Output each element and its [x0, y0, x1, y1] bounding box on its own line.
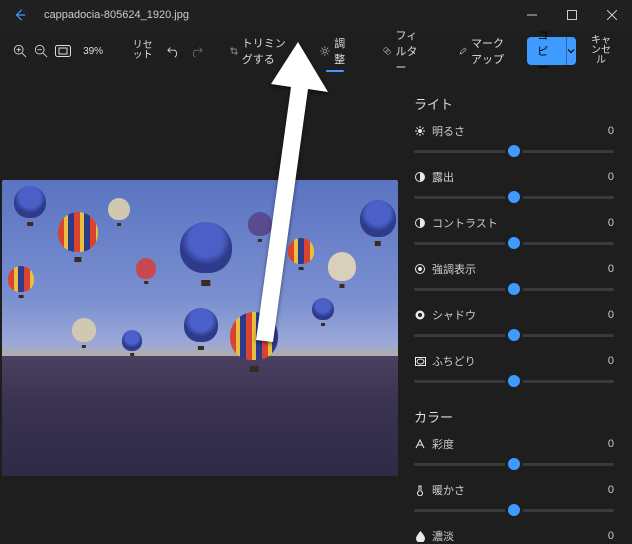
- brightness-icon: [414, 125, 426, 137]
- saturation-control: 彩度 0: [414, 436, 614, 476]
- shadows-icon: [414, 309, 426, 321]
- tint-icon: [414, 530, 426, 542]
- copy-dropdown-button[interactable]: [566, 37, 577, 65]
- maximize-icon: [567, 10, 577, 20]
- saturation-icon: [414, 438, 426, 450]
- back-button[interactable]: [0, 0, 40, 30]
- warmth-label: 暖かさ: [432, 482, 465, 498]
- highlights-control: 強調表示 0: [414, 261, 614, 301]
- contrast-icon: [414, 217, 426, 229]
- minimize-icon: [527, 10, 537, 20]
- window-title: cappadocia-805624_1920.jpg: [40, 9, 512, 21]
- tint-control: 濃淡 0: [414, 528, 614, 544]
- filter-icon: [383, 44, 391, 58]
- color-section-title: カラー: [414, 407, 614, 426]
- zoom-in-icon: [13, 44, 27, 58]
- markup-icon: [459, 44, 467, 58]
- shadows-value: 0: [608, 309, 614, 321]
- contrast-label: コントラスト: [432, 215, 498, 231]
- vignette-label: ふちどり: [432, 353, 476, 369]
- adjustments-panel: ライト 明るさ 0 露出 0 コントラスト 0 強調表示 0 シャドウ 0 ふちどり 0 カ…: [400, 72, 632, 544]
- saturation-value: 0: [608, 438, 614, 450]
- reset-button[interactable]: リセット: [125, 36, 161, 66]
- tint-value: 0: [608, 530, 614, 542]
- brightness-slider[interactable]: [414, 139, 614, 163]
- crop-tab[interactable]: トリミングする: [224, 36, 293, 66]
- highlights-slider[interactable]: [414, 277, 614, 301]
- title-bar: cappadocia-805624_1920.jpg: [0, 0, 632, 30]
- zoom-out-icon: [34, 44, 48, 58]
- exposure-icon: [414, 171, 426, 183]
- filter-tab[interactable]: フィルター: [377, 36, 433, 66]
- maximize-button[interactable]: [552, 0, 592, 30]
- close-button[interactable]: [592, 0, 632, 30]
- adjust-icon: [320, 44, 330, 58]
- exposure-label: 露出: [432, 169, 454, 185]
- undo-icon: [167, 44, 181, 58]
- highlights-label: 強調表示: [432, 261, 476, 277]
- adjust-tab[interactable]: 調整: [314, 36, 355, 66]
- markup-tab[interactable]: マークアップ: [453, 36, 515, 66]
- zoom-out-button[interactable]: [34, 36, 50, 66]
- image-canvas-area[interactable]: [0, 72, 400, 544]
- filter-label: フィルター: [395, 27, 426, 75]
- shadows-label: シャドウ: [432, 307, 476, 323]
- exposure-value: 0: [608, 171, 614, 183]
- chevron-down-icon: [567, 47, 575, 55]
- vignette-value: 0: [608, 355, 614, 367]
- brightness-value: 0: [608, 125, 614, 137]
- highlights-icon: [414, 263, 426, 275]
- brightness-control: 明るさ 0: [414, 123, 614, 163]
- contrast-control: コントラスト 0: [414, 215, 614, 255]
- exposure-control: 露出 0: [414, 169, 614, 209]
- highlights-value: 0: [608, 263, 614, 275]
- crop-icon: [230, 44, 238, 58]
- zoom-in-button[interactable]: [12, 36, 28, 66]
- contrast-slider[interactable]: [414, 231, 614, 255]
- undo-button[interactable]: [167, 36, 183, 66]
- fit-icon: [55, 45, 71, 57]
- warmth-icon: [414, 484, 426, 496]
- markup-label: マークアップ: [471, 35, 509, 67]
- arrow-left-icon: [13, 8, 27, 22]
- light-section-title: ライト: [414, 94, 614, 113]
- vignette-slider[interactable]: [414, 369, 614, 393]
- crop-label: トリミングする: [242, 35, 287, 67]
- copy-split-button[interactable]: コピー: [527, 37, 576, 65]
- warmth-control: 暖かさ 0: [414, 482, 614, 522]
- image-preview: [2, 180, 398, 476]
- cancel-button[interactable]: キャンセル: [582, 36, 620, 66]
- toolbar: 39% リセット トリミングする 調整 フィルター マークアップ コピー キャン…: [0, 30, 632, 72]
- saturation-slider[interactable]: [414, 452, 614, 476]
- redo-button[interactable]: [188, 36, 204, 66]
- tint-label: 濃淡: [432, 528, 454, 544]
- minimize-button[interactable]: [512, 0, 552, 30]
- exposure-slider[interactable]: [414, 185, 614, 209]
- warmth-value: 0: [608, 484, 614, 496]
- warmth-slider[interactable]: [414, 498, 614, 522]
- shadows-control: シャドウ 0: [414, 307, 614, 347]
- vignette-icon: [414, 355, 426, 367]
- vignette-control: ふちどり 0: [414, 353, 614, 393]
- copy-button[interactable]: コピー: [527, 37, 565, 65]
- close-icon: [607, 10, 617, 20]
- saturation-label: 彩度: [432, 436, 454, 452]
- contrast-value: 0: [608, 217, 614, 229]
- adjust-label: 調整: [334, 35, 349, 67]
- shadows-slider[interactable]: [414, 323, 614, 347]
- brightness-label: 明るさ: [432, 123, 465, 139]
- redo-icon: [189, 44, 203, 58]
- zoom-level-display[interactable]: 39%: [77, 36, 109, 66]
- zoom-fit-button[interactable]: [55, 36, 71, 66]
